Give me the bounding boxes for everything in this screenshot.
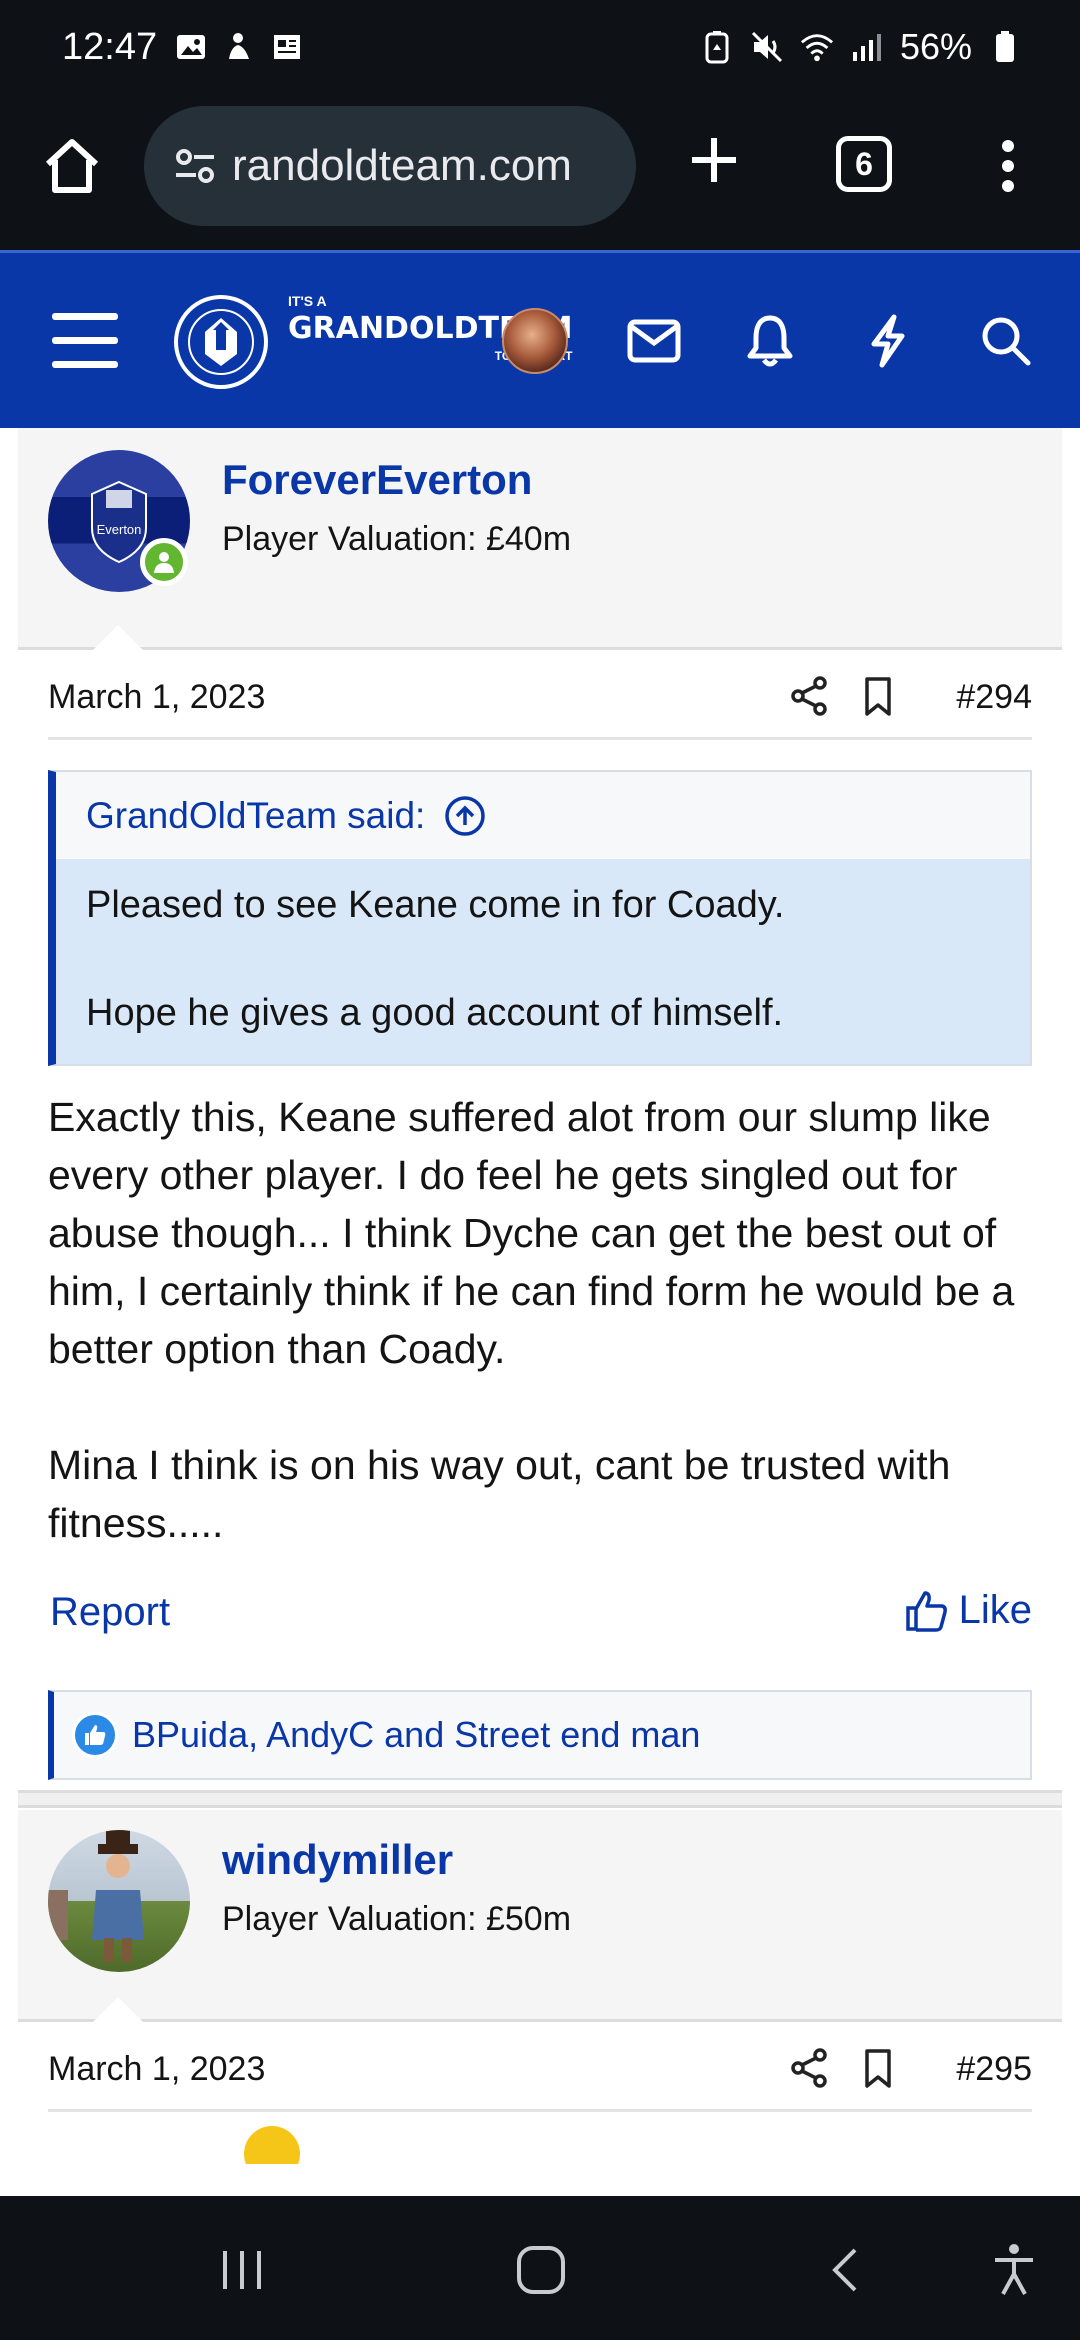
battery-percent: 56%	[899, 26, 972, 67]
quote-body: Pleased to see Keane come in for Coady. …	[56, 860, 1030, 1064]
recent-apps-icon[interactable]	[212, 2240, 272, 2300]
system-nav-bar	[0, 2196, 1080, 2340]
status-right: 56%	[700, 26, 1022, 68]
post-divider	[18, 1790, 1062, 1808]
mail-icon[interactable]	[622, 309, 686, 373]
status-bar: 12:47 56%	[0, 0, 1080, 100]
bell-icon[interactable]	[738, 309, 802, 373]
back-icon[interactable]	[820, 2240, 870, 2300]
post-username[interactable]: ForeverEverton	[222, 456, 532, 504]
post-date[interactable]: March 1, 2023	[48, 2050, 265, 2089]
quote-paragraph: Pleased to see Keane come in for Coady.	[86, 884, 785, 926]
gallery-icon	[174, 30, 208, 64]
post-user-title: Player Valuation: £50m	[222, 1900, 572, 1938]
quote-author[interactable]: GrandOldTeam said:	[86, 795, 425, 837]
url-text[interactable]: randoldteam.com	[232, 141, 572, 191]
quote-block: GrandOldTeam said: Pleased to see Keane …	[48, 770, 1032, 1066]
wifi-icon	[800, 30, 834, 64]
arrow-up-circle-icon[interactable]	[443, 794, 487, 838]
post-actions: Report Like	[48, 1578, 1032, 1668]
battery-icon	[988, 30, 1022, 64]
post-number[interactable]: #294	[956, 678, 1032, 717]
reactions-bar[interactable]: BPuida, AndyC and Street end man	[48, 1690, 1032, 1780]
like-label[interactable]: Like	[959, 1588, 1032, 1633]
post-user-title: Player Valuation: £40m	[222, 520, 572, 558]
like-reaction-icon	[72, 1712, 118, 1758]
site-header: IT'S A GRANDOLDTEAM TO SUPPORT	[0, 250, 1080, 428]
share-icon[interactable]	[788, 2046, 832, 2090]
home-circle-icon[interactable]	[510, 2240, 572, 2300]
avatar[interactable]	[48, 1830, 190, 1972]
post-username[interactable]: windymiller	[222, 1836, 453, 1884]
news-icon	[270, 30, 304, 64]
quote-header[interactable]: GrandOldTeam said:	[56, 772, 1030, 860]
accessibility-icon[interactable]	[986, 2240, 1042, 2300]
post-pointer	[92, 1997, 144, 2023]
hamburger-menu-icon[interactable]	[52, 313, 118, 369]
site-settings-icon[interactable]	[172, 143, 218, 189]
new-tab-icon[interactable]	[684, 130, 744, 190]
more-menu-icon[interactable]	[990, 136, 1026, 196]
address-bar[interactable]: randoldteam.com	[144, 106, 636, 226]
avatar-text: Everton	[97, 522, 142, 537]
report-link[interactable]: Report	[50, 1590, 170, 1635]
post-number[interactable]: #295	[956, 2050, 1032, 2089]
like-button[interactable]: Like	[905, 1588, 1032, 1633]
tab-switcher-icon[interactable]: 6	[836, 136, 892, 192]
post-pointer	[92, 625, 144, 651]
thumbs-up-icon	[905, 1589, 949, 1633]
post: windymiller Player Valuation: £50m March…	[18, 1810, 1062, 2164]
share-icon[interactable]	[788, 674, 832, 718]
emoji-icon	[244, 2126, 300, 2164]
reaction-users[interactable]: BPuida, AndyC and Street end man	[132, 1714, 700, 1756]
battery-saver-icon	[700, 30, 734, 64]
online-status-icon	[140, 538, 188, 586]
bookmark-icon[interactable]	[856, 674, 900, 718]
post-paragraph: Mina I think is on his way out, cant be …	[48, 1442, 951, 1546]
site-logo-badge[interactable]	[174, 295, 268, 389]
post-meta: March 1, 2023 #294	[48, 650, 1032, 740]
notification-icons	[174, 30, 304, 64]
lightning-icon[interactable]	[856, 309, 920, 373]
signal-icon	[850, 30, 884, 64]
post-body-partial	[218, 2112, 1062, 2164]
browser-toolbar: randoldteam.com 6	[0, 100, 1080, 250]
accessibility-person-icon	[222, 30, 256, 64]
thread-content: Everton ForeverEverton Player Valuation:…	[0, 428, 1080, 2196]
logo-tagline-top: IT'S A	[288, 293, 327, 309]
post-meta: March 1, 2023 #295	[48, 2022, 1032, 2112]
post-body: Exactly this, Keane suffered alot from o…	[48, 1088, 1032, 1552]
search-icon[interactable]	[974, 309, 1038, 373]
post: Everton ForeverEverton Player Valuation:…	[18, 428, 1062, 1780]
status-time: 12:47	[62, 26, 158, 68]
quote-paragraph: Hope he gives a good account of himself.	[86, 992, 784, 1034]
home-icon[interactable]	[40, 134, 104, 198]
user-avatar[interactable]	[502, 308, 568, 374]
post-date[interactable]: March 1, 2023	[48, 678, 265, 717]
post-author-header: Everton ForeverEverton Player Valuation:…	[18, 428, 1062, 651]
post-author-header: windymiller Player Valuation: £50m	[18, 1810, 1062, 2023]
bookmark-icon[interactable]	[856, 2046, 900, 2090]
post-paragraph: Exactly this, Keane suffered alot from o…	[48, 1094, 1015, 1372]
mute-icon	[750, 30, 784, 64]
